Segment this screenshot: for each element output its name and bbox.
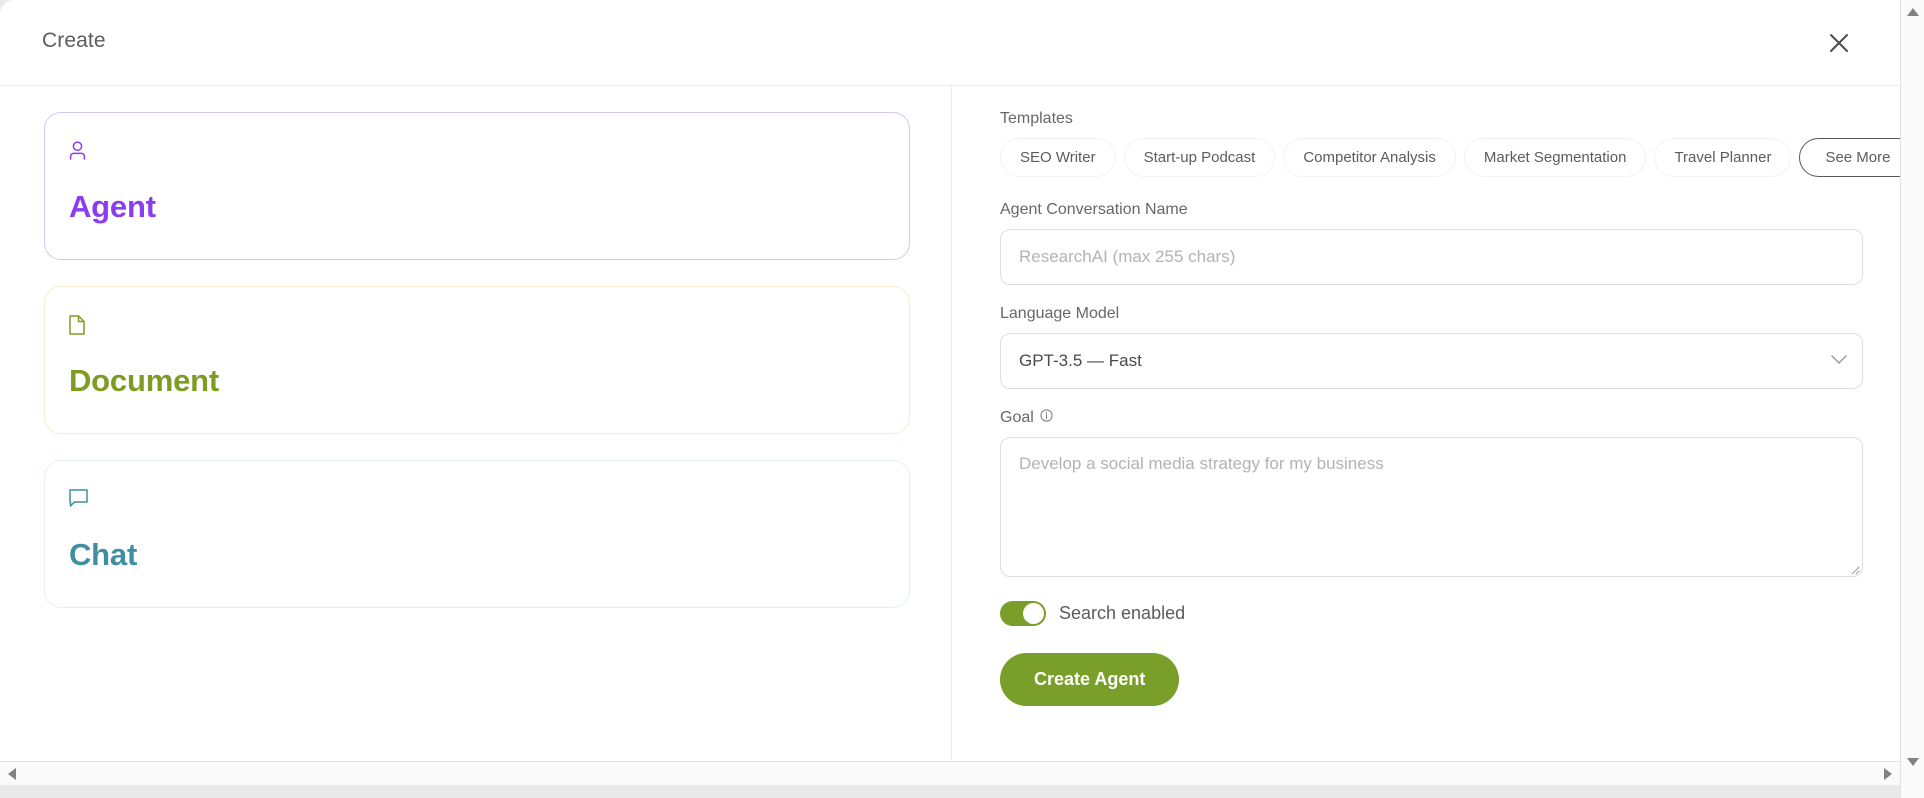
see-more-button[interactable]: See More — [1799, 138, 1900, 177]
template-chip-travel-planner[interactable]: Travel Planner — [1654, 138, 1792, 177]
person-icon — [69, 141, 909, 165]
arrow-right-icon[interactable] — [1876, 762, 1900, 785]
template-chip-row: SEO Writer Start-up Podcast Competitor A… — [1000, 138, 1900, 177]
language-model-select[interactable]: GPT-3.5 — Fast — [1000, 333, 1863, 389]
arrow-down-icon[interactable] — [1901, 750, 1924, 774]
info-icon[interactable] — [1040, 409, 1053, 427]
template-chip-start-up-podcast[interactable]: Start-up Podcast — [1123, 138, 1276, 177]
close-icon — [1828, 32, 1850, 54]
horizontal-scrollbar[interactable] — [0, 761, 1900, 785]
type-card-chat[interactable]: Chat — [44, 460, 910, 608]
toggle-knob — [1023, 603, 1044, 624]
search-enabled-label: Search enabled — [1059, 603, 1186, 623]
app-viewport: Create Agent Document Chat Templates SEO… — [0, 0, 1924, 798]
template-chip-seo-writer[interactable]: SEO Writer — [1000, 138, 1116, 177]
type-card-agent[interactable]: Agent — [44, 112, 910, 260]
template-chip-market-segmentation[interactable]: Market Segmentation — [1463, 138, 1647, 177]
agent-name-field-group: Agent Conversation Name — [1000, 201, 1900, 285]
type-card-document[interactable]: Document — [44, 286, 910, 434]
language-model-label: Language Model — [1000, 305, 1120, 322]
language-model-value: GPT-3.5 — Fast — [1019, 351, 1142, 370]
language-model-field-group: Language Model GPT-3.5 — Fast — [1000, 305, 1900, 389]
search-enabled-toggle[interactable] — [1000, 601, 1046, 626]
create-form: Templates SEO Writer Start-up Podcast Co… — [952, 86, 1900, 785]
goal-field-group: Goal — [1000, 409, 1900, 577]
type-card-label: Agent — [69, 189, 156, 224]
agent-name-label: Agent Conversation Name — [1000, 201, 1188, 218]
file-document-icon — [69, 315, 909, 339]
search-enabled-row: Search enabled — [1000, 601, 1900, 626]
goal-textarea[interactable] — [1000, 437, 1863, 577]
type-card-label: Document — [69, 363, 219, 398]
creation-type-list: Agent Document Chat — [0, 86, 952, 785]
arrow-up-icon[interactable] — [1901, 0, 1924, 24]
page-title: Create — [42, 29, 106, 52]
agent-name-input[interactable] — [1000, 229, 1863, 285]
chat-bubble-icon — [69, 489, 909, 513]
create-modal: Create Agent Document Chat Templates SEO… — [0, 0, 1900, 785]
modal-body: Agent Document Chat Templates SEO Writer… — [0, 86, 1900, 785]
modal-header: Create — [0, 0, 1900, 86]
vertical-scrollbar[interactable] — [1900, 0, 1924, 798]
arrow-left-icon[interactable] — [0, 762, 24, 785]
close-button[interactable] — [1818, 22, 1860, 64]
create-agent-button[interactable]: Create Agent — [1000, 653, 1180, 706]
goal-label: Goal — [1000, 409, 1034, 426]
type-card-label: Chat — [69, 537, 138, 572]
templates-label: Templates — [1000, 110, 1073, 127]
template-chip-competitor-analysis[interactable]: Competitor Analysis — [1283, 138, 1456, 177]
